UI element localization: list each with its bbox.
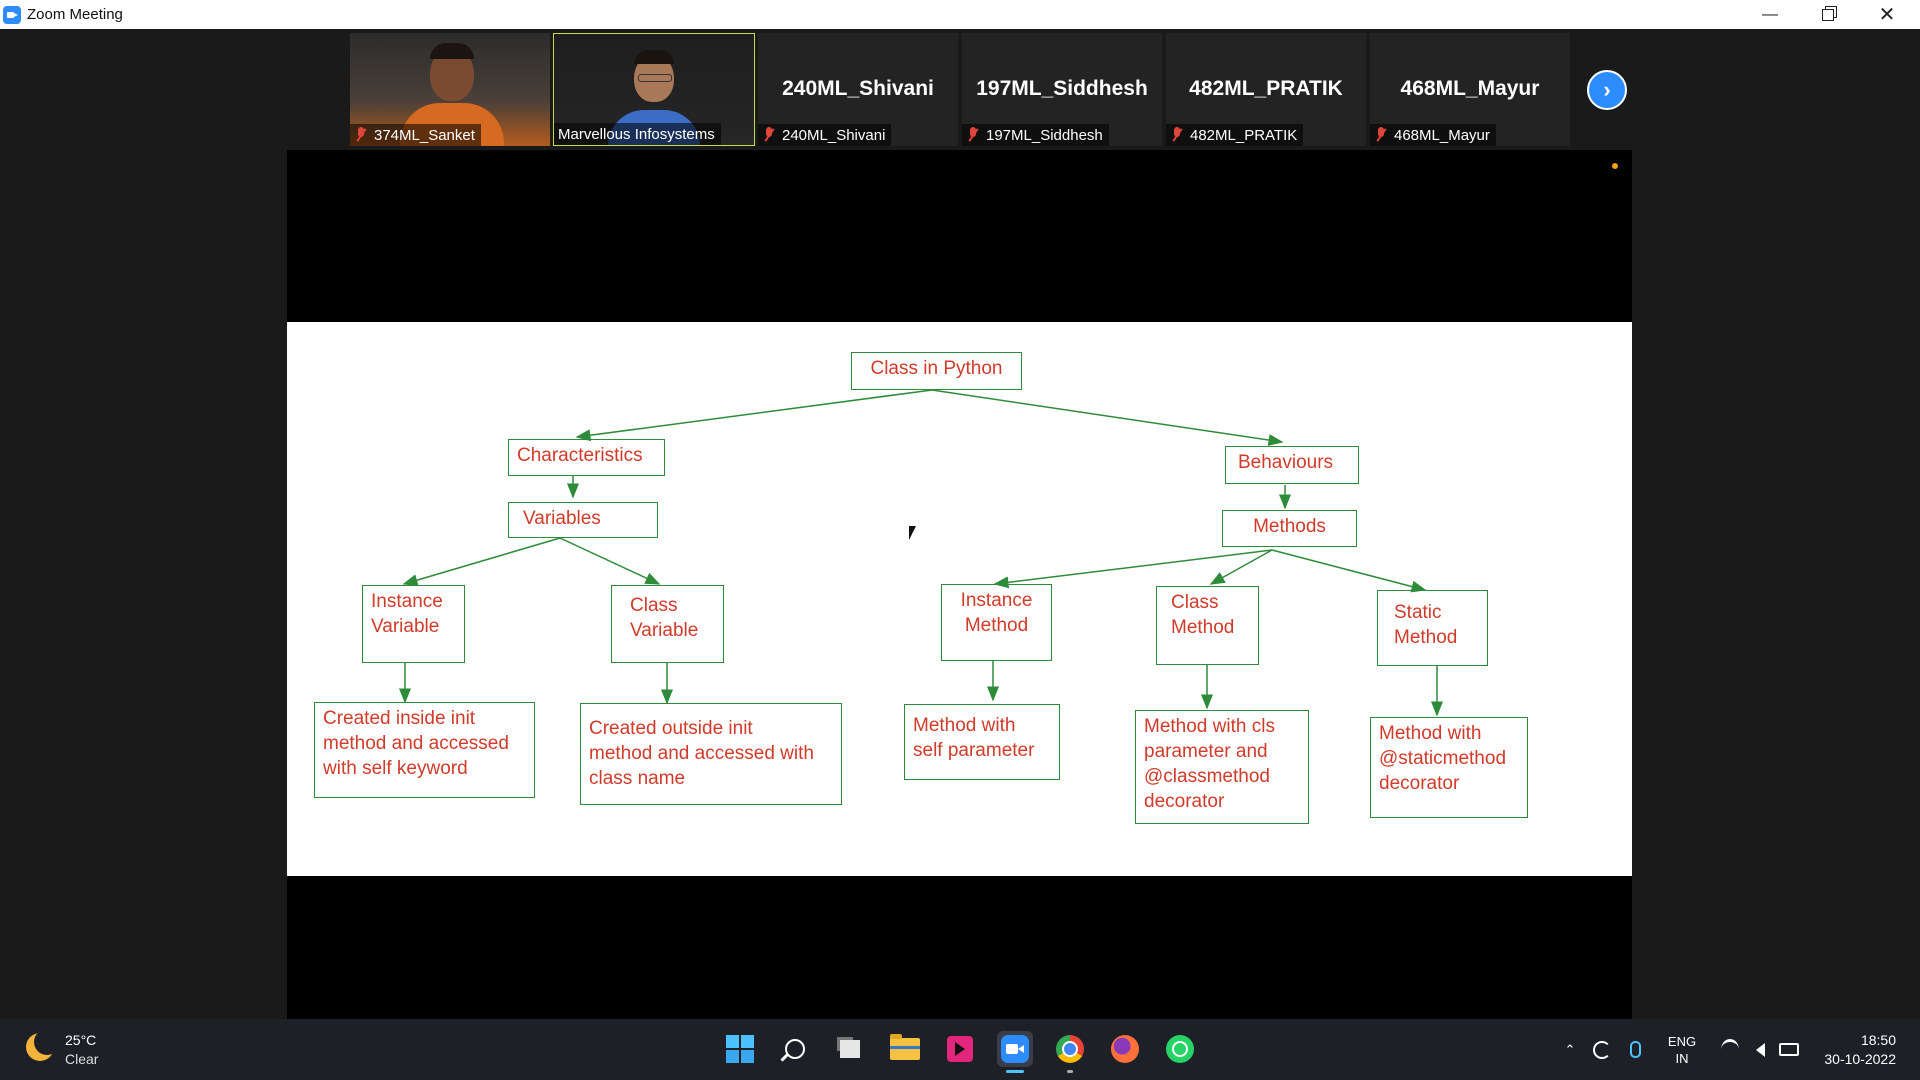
node-instance-method-desc: Method with self parameter	[904, 704, 1060, 780]
close-button[interactable]: ✕	[1858, 0, 1916, 29]
participant-name: 197ML_Siddhesh	[986, 126, 1103, 144]
participant-tile-mayur[interactable]: 468ML_Mayur 468ML_Mayur	[1370, 33, 1570, 146]
participant-name-bar: 197ML_Siddhesh	[962, 124, 1109, 146]
mouse-cursor	[909, 526, 916, 540]
node-static-method-desc: Method with @staticmethod decorator	[1370, 717, 1528, 818]
participant-name-bar: 374ML_Sanket	[350, 124, 481, 146]
mic-muted-icon	[1170, 127, 1184, 143]
file-explorer-icon[interactable]	[887, 1031, 923, 1067]
video-editor-icon[interactable]	[942, 1031, 978, 1067]
connector	[559, 537, 661, 585]
show-hidden-icons-chevron-icon[interactable]: ⌃	[1560, 1019, 1580, 1080]
participant-display-name: 197ML_Siddhesh	[976, 77, 1148, 100]
connector	[402, 537, 561, 586]
participant-tile-sanket[interactable]: 374ML_Sanket	[350, 33, 550, 146]
node-class-variable: Class Variable	[611, 585, 724, 663]
participant-tile-pratik[interactable]: 482ML_PRATIK 482ML_PRATIK	[1166, 33, 1366, 146]
zoom-app-icon	[3, 6, 21, 24]
participant-tile-marvellous[interactable]: Marvellous Infosystems	[553, 33, 755, 146]
node-characteristics: Characteristics	[508, 439, 665, 476]
restore-icon	[1822, 8, 1834, 21]
participant-tile-siddhesh[interactable]: 197ML_Siddhesh 197ML_Siddhesh	[962, 33, 1162, 146]
mic-muted-icon	[762, 127, 776, 143]
participant-tile-shivani[interactable]: 240ML_Shivani 240ML_Shivani	[758, 33, 958, 146]
sync-icon[interactable]	[1590, 1019, 1614, 1080]
node-methods: Methods	[1222, 510, 1357, 547]
windows-start-icon[interactable]	[722, 1031, 758, 1067]
battery-icon[interactable]	[1776, 1019, 1802, 1080]
participant-name-bar: 482ML_PRATIK	[1166, 124, 1304, 146]
node-class-in-python: Class in Python	[851, 352, 1022, 390]
mic-muted-icon	[1374, 127, 1388, 143]
connector	[575, 389, 933, 442]
node-class-method: Class Method	[1156, 586, 1259, 665]
participant-name-bar: 240ML_Shivani	[758, 124, 892, 146]
connector	[1209, 549, 1273, 585]
firefox-icon[interactable]	[1107, 1031, 1143, 1067]
minimize-button[interactable]: —	[1741, 0, 1799, 29]
node-variables: Variables	[508, 502, 658, 538]
participant-name: 374ML_Sanket	[374, 126, 475, 144]
participant-display-name: 240ML_Shivani	[782, 77, 934, 100]
gallery-next-page-button[interactable]: ›	[1587, 70, 1627, 110]
connector	[1271, 549, 1427, 593]
node-instance-method: Instance Method	[941, 584, 1052, 661]
participant-display-name: 468ML_Mayur	[1400, 77, 1540, 100]
language-code: ENG	[1667, 1033, 1697, 1049]
volume-icon[interactable]	[1748, 1019, 1772, 1080]
microphone-icon[interactable]	[1624, 1019, 1646, 1080]
minimize-icon: —	[1762, 5, 1778, 23]
node-class-method-desc: Method with cls parameter and @classmeth…	[1135, 710, 1309, 824]
node-static-method: Static Method	[1377, 590, 1488, 666]
moon-icon	[26, 1029, 60, 1061]
participant-display-name: 482ML_PRATIK	[1189, 77, 1343, 100]
close-icon: ✕	[1878, 4, 1896, 26]
participant-name: 482ML_PRATIK	[1190, 126, 1298, 144]
mic-muted-icon	[354, 127, 368, 143]
chevron-right-icon: ›	[1603, 77, 1611, 102]
shared-screen: Class in Python Characteristics Variable…	[287, 150, 1632, 1019]
task-view-icon[interactable]	[832, 1031, 868, 1067]
connector	[993, 549, 1273, 589]
participant-gallery: 374ML_Sanket Marvellous Infosystems 240M…	[0, 29, 1920, 150]
node-instance-variable-desc: Created inside init method and accessed …	[314, 702, 535, 798]
whatsapp-icon[interactable]	[1162, 1031, 1198, 1067]
taskbar: 25°C Clear ⌃ ENG IN 18:50 30-10-2022	[0, 1019, 1920, 1080]
search-icon[interactable]	[777, 1031, 813, 1067]
zoom-icon[interactable]	[997, 1031, 1033, 1073]
title-bar: Zoom Meeting — ✕	[0, 0, 1920, 29]
weather-condition: Clear	[65, 1051, 99, 1067]
restore-button[interactable]	[1799, 0, 1857, 29]
connector	[931, 389, 1284, 446]
system-clock[interactable]: 18:50 30-10-2022	[1824, 1031, 1896, 1069]
participant-name: 240ML_Shivani	[782, 126, 886, 144]
participant-name: 468ML_Mayur	[1394, 126, 1490, 144]
input-language-indicator[interactable]: ENG IN	[1660, 1019, 1704, 1080]
participant-name-bar: 468ML_Mayur	[1370, 124, 1496, 146]
participant-name: Marvellous Infosystems	[558, 125, 715, 143]
region-code: IN	[1675, 1050, 1689, 1066]
window-title: Zoom Meeting	[27, 6, 123, 23]
shared-slide: Class in Python Characteristics Variable…	[287, 322, 1632, 876]
node-instance-variable: Instance Variable	[362, 585, 465, 663]
node-behaviours: Behaviours	[1225, 446, 1359, 484]
weather-temperature: 25°C	[65, 1032, 97, 1048]
node-class-variable-desc: Created outside init method and accessed…	[580, 703, 842, 805]
clock-time: 18:50	[1860, 1032, 1896, 1048]
wifi-icon[interactable]	[1716, 1019, 1744, 1080]
recording-indicator-dot	[1612, 163, 1618, 169]
clock-date: 30-10-2022	[1824, 1051, 1896, 1067]
participant-name-bar: Marvellous Infosystems	[554, 123, 721, 145]
chrome-icon[interactable]	[1052, 1031, 1088, 1073]
mic-muted-icon	[966, 127, 980, 143]
